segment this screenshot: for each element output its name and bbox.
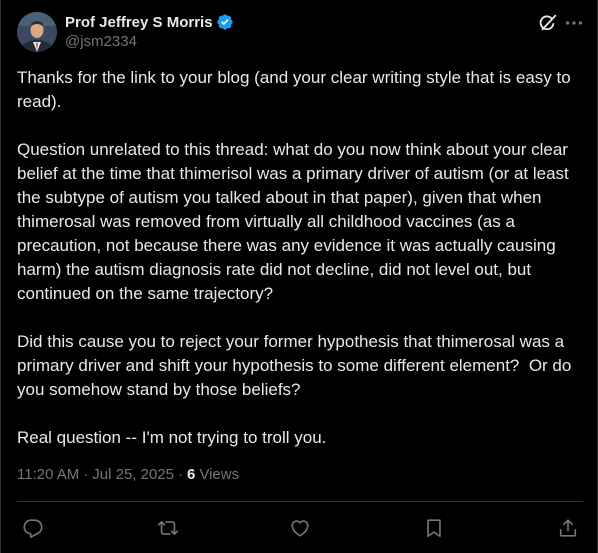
author-handle[interactable]: @jsm2334	[65, 33, 137, 50]
tweet-detail: Prof Jeffrey S Morris @jsm2334 Thanks fo…	[0, 0, 598, 553]
bookmark-icon[interactable]	[423, 517, 445, 539]
views-label: Views	[199, 466, 240, 483]
tweet-time[interactable]: 11:20 AM	[17, 466, 79, 483]
tweet-text: Thanks for the link to your blog (and yo…	[17, 66, 585, 450]
meta-separator: ·	[178, 466, 183, 483]
tweet-date[interactable]: Jul 25, 2025	[92, 466, 174, 483]
meta-separator: ·	[83, 466, 89, 483]
reply-icon[interactable]	[22, 517, 44, 539]
repost-icon[interactable]	[157, 517, 179, 539]
divider	[17, 501, 583, 502]
tweet-paragraph: Question unrelated to this thread: what …	[17, 140, 574, 303]
tweet-meta: 11:20 AM · Jul 25, 2025 · 6 Views	[17, 466, 239, 483]
author-name[interactable]: Prof Jeffrey S Morris	[65, 14, 213, 31]
grok-icon[interactable]	[537, 12, 559, 34]
tweet-paragraph: Real question -- I'm not trying to troll…	[17, 428, 327, 447]
tweet-paragraph: Thanks for the link to your blog (and yo…	[17, 68, 576, 111]
author-name-row: Prof Jeffrey S Morris	[65, 12, 234, 32]
more-icon[interactable]	[563, 12, 585, 34]
like-icon[interactable]	[289, 517, 311, 539]
author-avatar[interactable]	[17, 12, 57, 52]
verified-badge-icon	[216, 13, 234, 31]
views-count: 6	[187, 466, 196, 483]
tweet-paragraph: Did this cause you to reject your former…	[17, 332, 577, 399]
share-icon[interactable]	[557, 517, 579, 539]
